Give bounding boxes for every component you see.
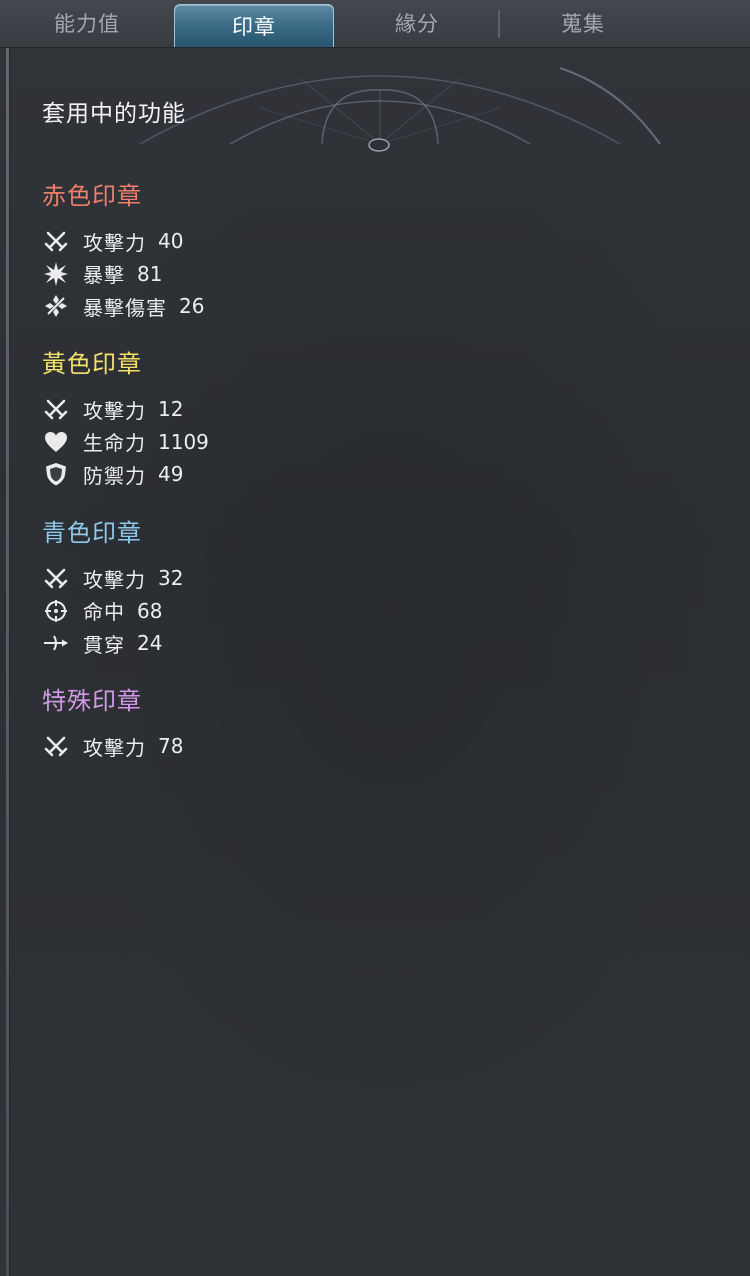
stat-value: 40 — [158, 229, 184, 254]
stat-value: 81 — [137, 261, 163, 286]
stat-row: 攻擊力 40 — [42, 225, 204, 258]
section-title: 青色印章 — [42, 519, 142, 547]
stat-name: 貫穿 — [83, 632, 125, 657]
critical-damage-icon — [42, 292, 70, 320]
tab-collection[interactable]: 蒐集 — [500, 0, 666, 46]
active-effects-panel: 套用中的功能 赤色印章 攻擊力 40 暴擊 81 暴擊傷害 26 黃色印章 攻擊… — [0, 48, 750, 1276]
section-title: 黃色印章 — [42, 350, 142, 378]
section-red-seal: 赤色印章 攻擊力 40 暴擊 81 暴擊傷害 26 — [42, 178, 204, 323]
stat-list: 攻擊力 32 命中 68 貫穿 24 — [42, 562, 183, 660]
stat-row: 生命力 1109 — [42, 426, 209, 459]
crossed-swords-icon — [42, 564, 70, 592]
crosshair-icon — [42, 597, 70, 625]
panel-left-border — [6, 48, 10, 1276]
stat-value: 78 — [158, 734, 184, 759]
pierce-icon — [42, 629, 70, 657]
section-cyan-seal: 青色印章 攻擊力 32 命中 68 貫穿 24 — [42, 515, 183, 660]
stat-name: 暴擊傷害 — [83, 295, 167, 320]
stat-row: 攻擊力 78 — [42, 730, 183, 763]
stat-row: 防禦力 49 — [42, 458, 209, 491]
stat-value: 1109 — [158, 429, 209, 454]
stat-name: 暴擊 — [83, 263, 125, 288]
panel-title: 套用中的功能 — [42, 101, 186, 127]
stat-name: 攻擊力 — [83, 230, 146, 255]
seal-screen: 能力值 印章 緣分 蒐集 套用中的功能 赤色印章 攻擊力 40 暴擊 81 暴擊… — [0, 0, 750, 1276]
stat-name: 攻擊力 — [83, 398, 146, 423]
stat-value: 24 — [137, 631, 163, 656]
stat-row: 貫穿 24 — [42, 627, 183, 660]
stat-name: 命中 — [83, 600, 125, 625]
crossed-swords-icon — [42, 227, 70, 255]
stat-row: 暴擊 81 — [42, 258, 204, 291]
stat-name: 防禦力 — [83, 463, 146, 488]
section-special-seal: 特殊印章 攻擊力 78 — [42, 683, 183, 763]
heart-icon — [42, 428, 70, 456]
shield-icon — [42, 460, 70, 488]
stat-row: 攻擊力 32 — [42, 562, 183, 595]
stat-value: 12 — [158, 397, 184, 422]
section-title: 特殊印章 — [42, 687, 142, 715]
tab-bond[interactable]: 緣分 — [334, 0, 500, 46]
stat-list: 攻擊力 12 生命力 1109 防禦力 49 — [42, 393, 209, 491]
stat-row: 命中 68 — [42, 595, 183, 628]
stat-value: 32 — [158, 566, 184, 591]
tab-bar: 能力值 印章 緣分 蒐集 — [0, 0, 750, 48]
stat-list: 攻擊力 40 暴擊 81 暴擊傷害 26 — [42, 225, 204, 323]
critical-burst-icon — [42, 260, 70, 288]
section-yellow-seal: 黃色印章 攻擊力 12 生命力 1109 防禦力 49 — [42, 346, 209, 491]
stat-value: 68 — [137, 598, 163, 623]
crossed-swords-icon — [42, 732, 70, 760]
section-title: 赤色印章 — [42, 182, 142, 210]
stat-name: 攻擊力 — [83, 567, 146, 592]
stat-list: 攻擊力 78 — [42, 730, 183, 763]
stat-row: 暴擊傷害 26 — [42, 290, 204, 323]
crossed-swords-icon — [42, 395, 70, 423]
stat-name: 生命力 — [83, 431, 146, 456]
stat-value: 49 — [158, 462, 184, 487]
tab-seal[interactable]: 印章 — [174, 4, 334, 47]
stat-name: 攻擊力 — [83, 735, 146, 760]
stat-value: 26 — [179, 294, 205, 319]
tab-stats[interactable]: 能力值 — [0, 0, 174, 46]
stat-row: 攻擊力 12 — [42, 393, 209, 426]
